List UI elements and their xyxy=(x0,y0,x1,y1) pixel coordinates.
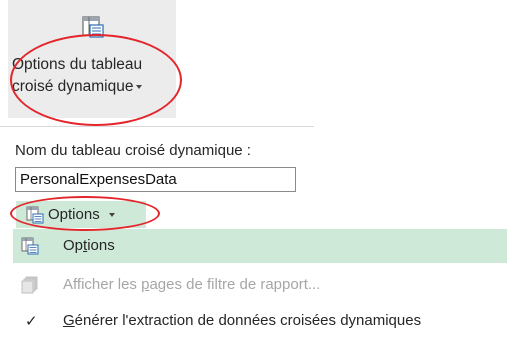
pivot-name-label: Nom du tableau croisé dynamique : xyxy=(15,142,251,159)
pivot-name-input[interactable] xyxy=(15,167,296,192)
options-button-label: Options xyxy=(48,206,100,223)
ribbon-label-line2: croisé dynamique xyxy=(12,78,134,95)
menu-item-generate-getpivotdata[interactable]: ✓ Générer l'extraction de données croisé… xyxy=(13,304,507,338)
ribbon-label-line1: Options du tableau xyxy=(12,56,143,73)
menu-item-getpivotdata-label: Générer l'extraction de données croisées… xyxy=(63,312,422,329)
caret-down-icon xyxy=(108,212,115,217)
pivot-options-icon xyxy=(82,16,104,38)
menu-item-options[interactable]: Options xyxy=(13,229,507,263)
pivot-options-screen: Options du tableau croisé dynamique Nom … xyxy=(0,0,507,338)
pivot-table-options-ribbon-button[interactable]: Options du tableau croisé dynamique xyxy=(8,0,176,118)
options-dropdown-button[interactable]: Options xyxy=(16,201,146,228)
caret-down-icon xyxy=(136,84,143,89)
ribbon-button-label: Options du tableau croisé dynamique xyxy=(12,54,176,98)
check-icon: ✓ xyxy=(25,313,38,330)
ribbon-divider xyxy=(0,126,314,127)
pivot-options-icon xyxy=(26,206,44,223)
menu-item-report-pages-label: Afficher les pages de filtre de rapport.… xyxy=(63,276,321,293)
pivot-options-icon xyxy=(21,237,39,255)
report-pages-icon xyxy=(21,276,38,294)
menu-item-show-report-filter-pages: Afficher les pages de filtre de rapport.… xyxy=(13,268,507,302)
menu-item-options-label: Options xyxy=(63,237,115,254)
options-dropdown-menu: Options Afficher les pages de filtre de … xyxy=(13,229,507,338)
